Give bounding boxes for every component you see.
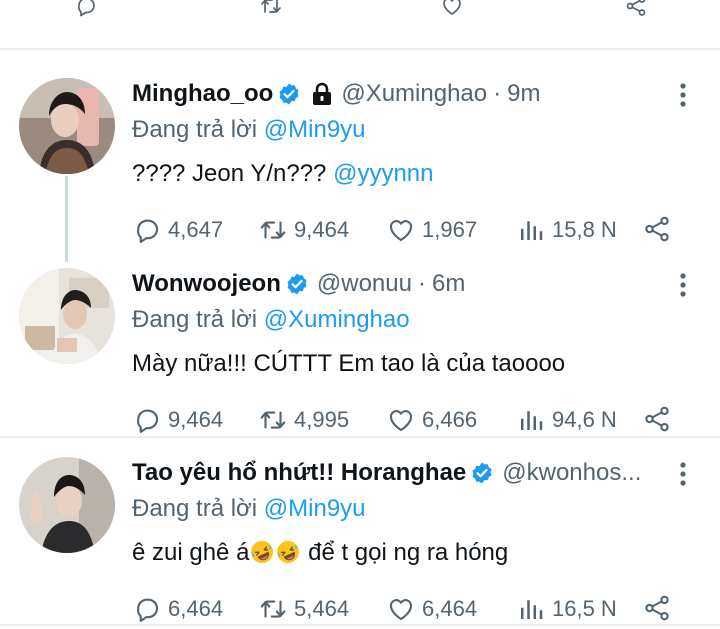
replying-to: Đang trả lời @Xuminghao	[132, 306, 410, 334]
tweet-header: Wonwoojeon @wonuu · 6m	[132, 268, 672, 300]
reply-count: 6,464	[168, 596, 224, 621]
divider	[0, 48, 720, 50]
views-icon	[516, 594, 546, 624]
reply-button[interactable]: 9,464	[132, 400, 223, 440]
tweet[interactable]: Wonwoojeon @wonuu · 6m Đang trả lời @Xum…	[0, 268, 720, 428]
reply-icon	[132, 405, 162, 435]
verified-badge-icon	[277, 82, 301, 106]
previous-tweet-action-bar	[0, 0, 720, 48]
reply-count: 9,464	[168, 407, 224, 432]
user-handle[interactable]: @kwonhos...	[502, 459, 641, 487]
verified-badge-icon	[285, 272, 309, 296]
retweet-button[interactable]: 4,995	[258, 400, 349, 440]
like-count: 1,967	[422, 217, 478, 242]
more-options-icon[interactable]	[678, 82, 688, 108]
retweet-button[interactable]: 5,464	[258, 589, 349, 629]
tweet[interactable]: Minghao_oo @Xuminghao · 9m Đang trả lời …	[0, 78, 720, 238]
reply-mention-link[interactable]: @Min9yu	[264, 116, 366, 143]
rolling-laughing-emoji-icon	[250, 540, 274, 564]
retweet-icon	[258, 594, 288, 624]
lock-icon	[311, 82, 333, 106]
views-button[interactable]: 16,5 N	[516, 589, 617, 629]
rolling-laughing-emoji-icon	[276, 540, 300, 564]
tweet-text-content: Mày nữa!!! CÚTTT Em tao là của taoooo	[132, 350, 566, 377]
tweet-actions: 4,647 9,464 1,967 15,8 N	[132, 210, 692, 250]
reply-mention-link[interactable]: @Xuminghao	[264, 306, 410, 333]
retweet-icon	[258, 405, 288, 435]
more-options-icon[interactable]	[678, 272, 688, 298]
display-name[interactable]: Tao yêu hổ nhứt!! Horanghae	[132, 459, 466, 487]
avatar[interactable]	[19, 268, 115, 364]
like-icon	[386, 405, 416, 435]
retweet-count: 4,995	[294, 407, 350, 432]
separator-dot: ·	[417, 270, 426, 297]
views-icon	[516, 215, 546, 245]
avatar[interactable]	[19, 78, 115, 174]
user-handle[interactable]: @wonuu	[317, 270, 412, 298]
tweet-text: Mày nữa!!! CÚTTT Em tao là của taoooo	[132, 350, 565, 378]
share-icon[interactable]	[642, 214, 672, 244]
more-options-icon[interactable]	[678, 461, 688, 487]
retweet-button[interactable]: 9,464	[258, 210, 349, 250]
share-icon[interactable]	[618, 0, 654, 18]
like-icon	[386, 215, 416, 245]
views-button[interactable]: 15,8 N	[516, 210, 617, 250]
retweet-count: 5,464	[294, 596, 350, 621]
replying-to: Đang trả lời @Min9yu	[132, 116, 366, 144]
view-count: 16,5 N	[552, 596, 617, 621]
tweet-actions: 6,464 5,464 6,464 16,5 N	[132, 589, 692, 629]
tweet-text: ???? Jeon Y/n??? @yyynnn	[132, 160, 433, 188]
verified-badge-icon	[470, 461, 494, 485]
replying-to-label: Đang trả lời	[132, 495, 258, 522]
timestamp[interactable]: 6m	[432, 270, 465, 298]
like-count: 6,464	[422, 596, 478, 621]
like-button[interactable]: 6,464	[386, 589, 477, 629]
tweet-text-end: để t gọi ng ra hóng	[301, 539, 509, 566]
display-name[interactable]: Minghao_oo	[132, 80, 273, 108]
share-icon[interactable]	[642, 593, 672, 623]
reply-icon	[132, 594, 162, 624]
timestamp[interactable]: 9m	[507, 80, 540, 108]
tweet-text-content: ???? Jeon Y/n???	[132, 160, 327, 187]
separator-dot: ·	[493, 80, 502, 107]
views-icon	[516, 405, 546, 435]
reply-mention-link[interactable]: @Min9yu	[264, 495, 366, 522]
display-name[interactable]: Wonwoojeon	[132, 270, 281, 298]
reply-button[interactable]: 4,647	[132, 210, 223, 250]
view-count: 94,6 N	[552, 407, 617, 432]
reply-button[interactable]: 6,464	[132, 589, 223, 629]
reply-count: 4,647	[168, 217, 224, 242]
retweet-count: 9,464	[294, 217, 350, 242]
retweet-icon	[258, 215, 288, 245]
like-icon	[386, 594, 416, 624]
like-button[interactable]: 6,466	[386, 400, 477, 440]
reply-icon	[132, 215, 162, 245]
replying-to-label: Đang trả lời	[132, 306, 258, 333]
divider	[0, 436, 720, 438]
view-count: 15,8 N	[552, 217, 617, 242]
retweet-icon[interactable]	[253, 0, 289, 18]
tweet[interactable]: Tao yêu hổ nhứt!! Horanghae @kwonhos... …	[0, 457, 720, 617]
tweet-actions: 9,464 4,995 6,466 94,6 N	[132, 400, 692, 440]
tweet-text: ê zui ghê á để t gọi ng ra hóng	[132, 539, 508, 567]
tweet-header: Minghao_oo @Xuminghao · 9m	[132, 78, 672, 110]
tweet-text-start: ê zui ghê á	[132, 539, 250, 566]
replying-to-label: Đang trả lời	[132, 116, 258, 143]
reply-icon[interactable]	[68, 0, 104, 18]
avatar[interactable]	[19, 457, 115, 553]
like-icon[interactable]	[434, 0, 470, 18]
like-count: 6,466	[422, 407, 478, 432]
share-icon[interactable]	[642, 404, 672, 434]
replying-to: Đang trả lời @Min9yu	[132, 495, 366, 523]
user-handle[interactable]: @Xuminghao	[341, 80, 487, 108]
tweet-header: Tao yêu hổ nhứt!! Horanghae @kwonhos...	[132, 457, 672, 489]
views-button[interactable]: 94,6 N	[516, 400, 617, 440]
divider	[0, 624, 720, 626]
mention-link[interactable]: @yyynnn	[333, 160, 433, 187]
like-button[interactable]: 1,967	[386, 210, 477, 250]
